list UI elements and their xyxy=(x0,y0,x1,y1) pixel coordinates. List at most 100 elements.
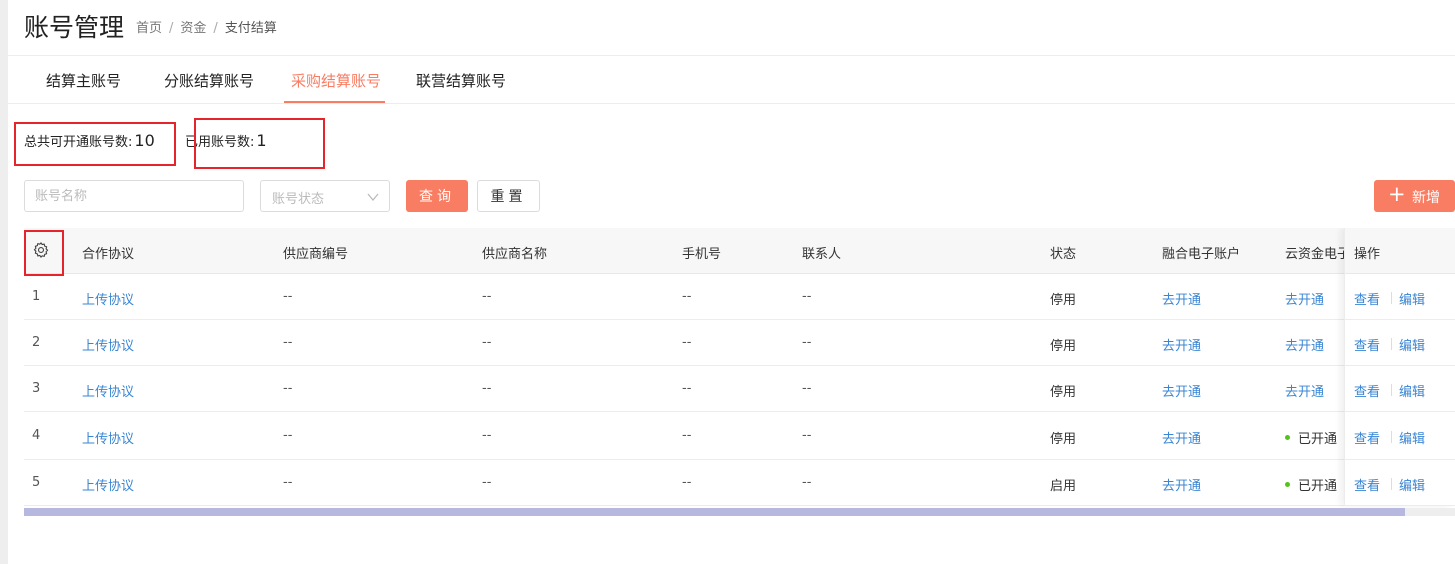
col-cloud-account: 云资金电子 xyxy=(1285,247,1351,262)
operations-row: 查看 编辑 xyxy=(1345,366,1455,412)
status-dot xyxy=(1285,435,1290,440)
supplier-name-cell: -- xyxy=(482,335,492,350)
supplier-no-cell: -- xyxy=(283,289,293,304)
status-cell: 停用 xyxy=(1050,432,1077,447)
account-status-placeholder: 账号状态 xyxy=(272,192,325,207)
action-divider xyxy=(1391,431,1392,443)
tab-purchase-settlement[interactable]: 采购结算账号 xyxy=(291,70,381,91)
action-divider xyxy=(1391,292,1392,304)
upload-agreement-link[interactable]: 上传协议 xyxy=(82,335,134,354)
plus-icon: + xyxy=(1388,182,1406,206)
status-dot xyxy=(1285,482,1290,487)
left-edge-strip xyxy=(0,0,8,564)
breadcrumb: 首页 / 资金 / 支付结算 xyxy=(136,17,277,36)
tab-split-settlement[interactable]: 分账结算账号 xyxy=(164,70,254,91)
open-fusion-account-link[interactable]: 去开通 xyxy=(1162,428,1201,447)
open-fusion-account-link[interactable]: 去开通 xyxy=(1162,475,1201,494)
contact-cell: -- xyxy=(802,335,812,350)
row-index: 4 xyxy=(32,428,41,443)
accounts-table: 合作协议 供应商编号 供应商名称 手机号 联系人 状态 融合电子账户 云资金电子… xyxy=(24,228,1455,518)
row-index: 5 xyxy=(32,475,41,490)
highlight-box-settings xyxy=(24,230,64,276)
highlight-box-total xyxy=(14,122,176,166)
row-index: 2 xyxy=(32,335,41,350)
supplier-no-cell: -- xyxy=(283,381,293,396)
upload-agreement-link[interactable]: 上传协议 xyxy=(82,428,134,447)
open-cloud-account-link[interactable]: 去开通 xyxy=(1285,381,1324,400)
table-row: 5 上传协议 -- -- -- -- 启用 去开通 已开通 xyxy=(24,460,1455,506)
active-tab-indicator xyxy=(284,101,385,103)
upload-agreement-link[interactable]: 上传协议 xyxy=(82,381,134,400)
col-contact: 联系人 xyxy=(802,247,842,262)
open-cloud-account-link[interactable]: 去开通 xyxy=(1285,289,1324,308)
edit-link[interactable]: 编辑 xyxy=(1399,428,1425,447)
row-index: 3 xyxy=(32,381,41,396)
add-button-label: 新增 xyxy=(1412,190,1440,206)
table-row: 2 上传协议 -- -- -- -- 停用 去开通 去开通 xyxy=(24,320,1455,366)
tab-settlement-main[interactable]: 结算主账号 xyxy=(46,70,121,91)
edit-link[interactable]: 编辑 xyxy=(1399,475,1425,494)
supplier-name-cell: -- xyxy=(482,475,492,490)
action-divider xyxy=(1391,478,1392,490)
operations-row: 查看 编辑 xyxy=(1345,320,1455,366)
open-fusion-account-link[interactable]: 去开通 xyxy=(1162,381,1201,400)
edit-link[interactable]: 编辑 xyxy=(1399,381,1425,400)
account-status-select[interactable]: 账号状态 xyxy=(260,180,390,212)
table-row: 4 上传协议 -- -- -- -- 停用 去开通 已开通 xyxy=(24,412,1455,460)
phone-cell: -- xyxy=(682,428,692,443)
upload-agreement-link[interactable]: 上传协议 xyxy=(82,289,134,308)
contact-cell: -- xyxy=(802,475,812,490)
add-button[interactable]: + 新增 xyxy=(1374,180,1455,212)
col-agreement: 合作协议 xyxy=(82,247,135,262)
phone-cell: -- xyxy=(682,335,692,350)
view-link[interactable]: 查看 xyxy=(1354,428,1380,447)
page-title: 账号管理 xyxy=(24,13,125,42)
breadcrumb-separator: / xyxy=(213,21,218,36)
row-index: 1 xyxy=(32,289,41,304)
edit-link[interactable]: 编辑 xyxy=(1399,289,1425,308)
table-row: 1 上传协议 -- -- -- -- 停用 去开通 去开通 xyxy=(24,274,1455,320)
status-cell: 停用 xyxy=(1050,385,1077,400)
view-link[interactable]: 查看 xyxy=(1354,335,1380,354)
view-link[interactable]: 查看 xyxy=(1354,475,1380,494)
action-divider xyxy=(1391,384,1392,396)
status-cell: 停用 xyxy=(1050,339,1077,354)
upload-agreement-link[interactable]: 上传协议 xyxy=(82,475,134,494)
horizontal-scrollbar[interactable] xyxy=(24,508,1455,516)
phone-cell: -- xyxy=(682,381,692,396)
reset-button[interactable]: 重置 xyxy=(477,180,540,212)
action-divider xyxy=(1391,338,1392,350)
col-supplier-no: 供应商编号 xyxy=(283,247,349,262)
open-fusion-account-link[interactable]: 去开通 xyxy=(1162,289,1201,308)
query-button[interactable]: 查询 xyxy=(406,180,468,212)
tab-bar: 结算主账号 分账结算账号 采购结算账号 联营结算账号 xyxy=(8,56,1455,104)
view-link[interactable]: 查看 xyxy=(1354,289,1380,308)
breadcrumb-home[interactable]: 首页 xyxy=(136,21,162,36)
col-fusion-account: 融合电子账户 xyxy=(1162,247,1241,262)
edit-link[interactable]: 编辑 xyxy=(1399,335,1425,354)
cloud-account-opened-text: 已开通 xyxy=(1298,479,1338,494)
operations-row: 查看 编辑 xyxy=(1345,274,1455,320)
account-name-input[interactable] xyxy=(24,180,244,212)
open-cloud-account-link[interactable]: 去开通 xyxy=(1285,335,1324,354)
open-fusion-account-link[interactable]: 去开通 xyxy=(1162,335,1201,354)
col-phone: 手机号 xyxy=(682,247,722,262)
supplier-name-cell: -- xyxy=(482,289,492,304)
breadcrumb-separator: / xyxy=(169,21,174,36)
tab-joint-settlement[interactable]: 联营结算账号 xyxy=(416,70,506,91)
breadcrumb-funds[interactable]: 资金 xyxy=(180,21,206,36)
contact-cell: -- xyxy=(802,381,812,396)
phone-cell: -- xyxy=(682,289,692,304)
chevron-down-icon xyxy=(367,193,379,202)
view-link[interactable]: 查看 xyxy=(1354,381,1380,400)
col-operations: 操作 xyxy=(1354,247,1381,262)
status-cell: 启用 xyxy=(1050,479,1077,494)
operations-column: 操作 查看 编辑 查看 编辑 查看 编辑 查看 编辑 查看 编辑 xyxy=(1344,228,1455,506)
scrollbar-thumb[interactable] xyxy=(24,508,1405,516)
phone-cell: -- xyxy=(682,475,692,490)
page-header: 账号管理 首页 / 资金 / 支付结算 xyxy=(8,0,1455,56)
table-row: 3 上传协议 -- -- -- -- 停用 去开通 去开通 xyxy=(24,366,1455,412)
col-supplier-name: 供应商名称 xyxy=(482,247,548,262)
supplier-name-cell: -- xyxy=(482,381,492,396)
col-status: 状态 xyxy=(1050,247,1077,262)
